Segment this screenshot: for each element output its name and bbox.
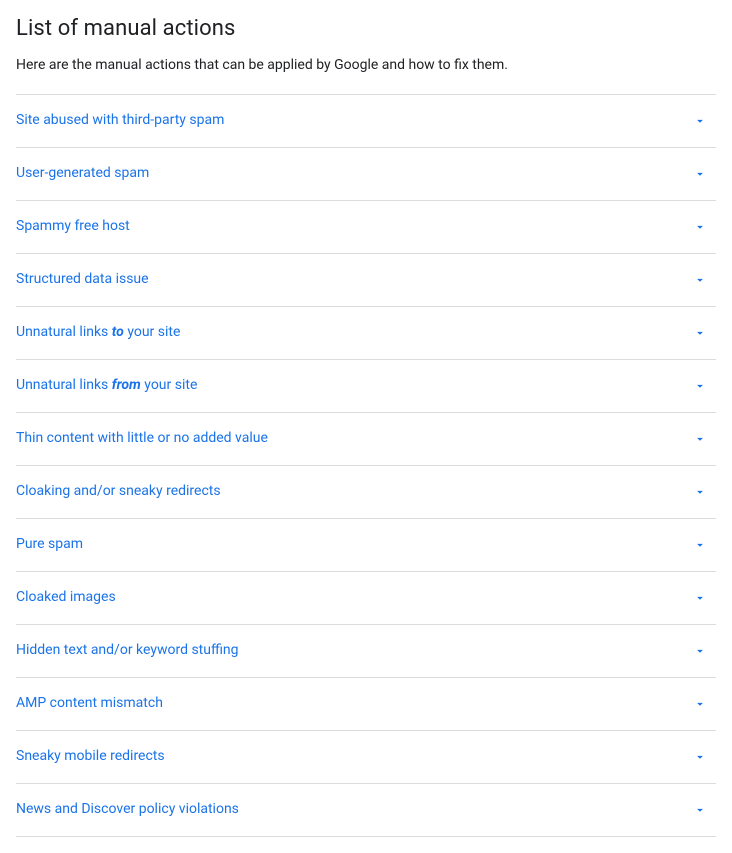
- accordion-item[interactable]: AMP content mismatch: [16, 678, 716, 731]
- chevron-down-icon: [690, 429, 710, 449]
- accordion-item[interactable]: Site abused with third-party spam: [16, 95, 716, 148]
- accordion-item[interactable]: Pure spam: [16, 519, 716, 572]
- accordion-item[interactable]: User-generated spam: [16, 148, 716, 201]
- accordion-item-label: Unnatural links from your site: [16, 376, 197, 396]
- chevron-down-icon: [690, 747, 710, 767]
- accordion-item[interactable]: Unnatural links from your site: [16, 360, 716, 413]
- accordion-item[interactable]: Unnatural links to your site: [16, 307, 716, 360]
- accordion-item-label: User-generated spam: [16, 164, 149, 184]
- chevron-down-icon: [690, 323, 710, 343]
- accordion-item[interactable]: News and Discover policy violations: [16, 784, 716, 837]
- accordion-item-label: Pure spam: [16, 535, 83, 555]
- accordion-item-label: Spammy free host: [16, 217, 130, 237]
- accordion-item-label: Hidden text and/or keyword stuffing: [16, 641, 239, 661]
- accordion-item[interactable]: Thin content with little or no added val…: [16, 413, 716, 466]
- accordion-item[interactable]: Hidden text and/or keyword stuffing: [16, 625, 716, 678]
- page-title: List of manual actions: [16, 16, 716, 41]
- accordion-item-label: Structured data issue: [16, 270, 149, 290]
- accordion-item-label: Cloaked images: [16, 588, 116, 608]
- accordion-item-label: Thin content with little or no added val…: [16, 429, 268, 449]
- chevron-down-icon: [690, 641, 710, 661]
- chevron-down-icon: [690, 270, 710, 290]
- chevron-down-icon: [690, 482, 710, 502]
- accordion-item-label: AMP content mismatch: [16, 694, 163, 714]
- accordion-item-label: Unnatural links to your site: [16, 323, 180, 343]
- accordion-item[interactable]: Cloaked images: [16, 572, 716, 625]
- accordion-item[interactable]: Structured data issue: [16, 254, 716, 307]
- chevron-down-icon: [690, 800, 710, 820]
- page-description: Here are the manual actions that can be …: [16, 55, 716, 76]
- accordion-list: Site abused with third-party spam User-ge…: [16, 94, 716, 837]
- accordion-item-label: Sneaky mobile redirects: [16, 747, 165, 767]
- accordion-item-label: Cloaking and/or sneaky redirects: [16, 482, 221, 502]
- accordion-item[interactable]: Sneaky mobile redirects: [16, 731, 716, 784]
- chevron-down-icon: [690, 164, 710, 184]
- chevron-down-icon: [690, 111, 710, 131]
- chevron-down-icon: [690, 217, 710, 237]
- chevron-down-icon: [690, 694, 710, 714]
- chevron-down-icon: [690, 535, 710, 555]
- chevron-down-icon: [690, 588, 710, 608]
- accordion-item-label: Site abused with third-party spam: [16, 111, 224, 131]
- accordion-item[interactable]: Cloaking and/or sneaky redirects: [16, 466, 716, 519]
- accordion-item[interactable]: Spammy free host: [16, 201, 716, 254]
- chevron-down-icon: [690, 376, 710, 396]
